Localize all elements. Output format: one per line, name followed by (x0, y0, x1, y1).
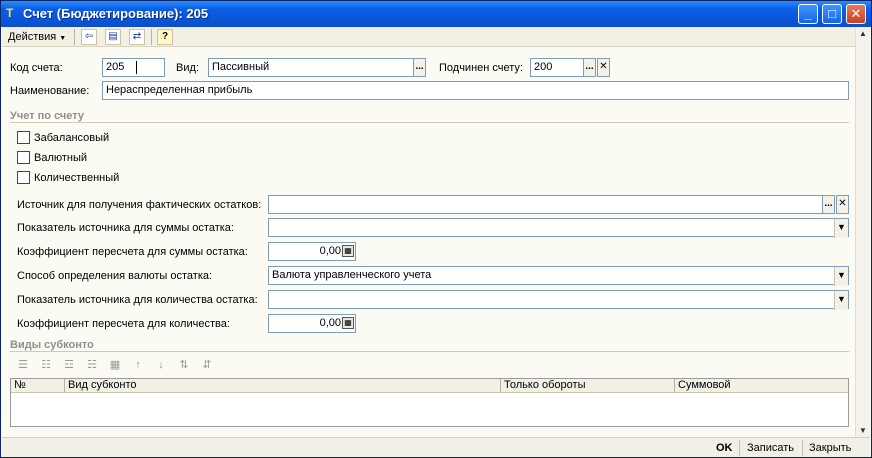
source-clear-icon[interactable]: ✕ (836, 195, 849, 214)
sum-indicator-select[interactable]: ▼ (268, 218, 849, 238)
move-up-icon[interactable]: ↑ (130, 358, 146, 372)
chevron-down-icon[interactable]: ▼ (834, 267, 848, 286)
save-button[interactable]: Записать (747, 441, 794, 455)
source-input[interactable] (268, 195, 823, 214)
kind-value: Пассивный (212, 61, 270, 73)
qty-coef-value: 0,00 (319, 317, 341, 329)
qty-coef-label: Коэффициент пересчета для количества: (17, 318, 230, 330)
currency-label: Валютный (34, 152, 88, 164)
name-value: Нераспределенная прибыль (106, 84, 253, 96)
code-label: Код счета: (10, 62, 63, 74)
end-edit-icon[interactable]: ▦ (107, 358, 123, 372)
structure-icon[interactable]: ▤ (105, 29, 121, 45)
sort-asc-icon[interactable]: ⇅ (176, 358, 192, 372)
actions-menu-label: Действия (8, 31, 57, 43)
help-icon[interactable]: ? (157, 29, 173, 45)
back-arrow-icon[interactable]: ⇦ (81, 29, 97, 45)
sort-desc-icon[interactable]: ⇵ (199, 358, 215, 372)
parent-input[interactable]: 200 (530, 58, 584, 77)
footer-separator (739, 440, 740, 456)
move-down-icon[interactable]: ↓ (153, 358, 169, 372)
currency-method-label: Способ определения валюты остатка: (17, 270, 213, 282)
quantity-checkbox[interactable] (17, 171, 30, 184)
toolbar-separator (151, 29, 152, 45)
window-title: Счет (Бюджетирование): 205 (23, 6, 209, 21)
delete-row-icon[interactable]: ☵ (84, 358, 100, 372)
edit-row-icon[interactable]: ☲ (61, 358, 77, 372)
column-header-sum[interactable]: Суммовой (675, 379, 848, 393)
section-divider (10, 122, 849, 123)
app-icon: T (6, 6, 14, 20)
subconto-section-title: Виды субконто (10, 339, 94, 351)
section-divider (10, 351, 849, 352)
footer-separator (802, 440, 803, 456)
toolbar: Действия ▼ ⇦ ▤ ⇄ ? (2, 27, 856, 47)
subconto-table[interactable]: № Вид субконто Только обороты Суммовой (10, 378, 849, 427)
code-input[interactable]: 205 (102, 58, 165, 77)
parent-value: 200 (534, 61, 553, 73)
maximize-button[interactable]: □ (822, 4, 842, 24)
sum-indicator-label: Показатель источника для суммы остатка: (17, 222, 234, 234)
actions-menu[interactable]: Действия ▼ (8, 30, 66, 46)
qty-coef-input[interactable]: 0,00 ▦ (268, 314, 356, 333)
sum-coef-label: Коэффициент пересчета для суммы остатка: (17, 246, 248, 258)
offbalance-checkbox[interactable] (17, 131, 30, 144)
form-footer: OK Записать Закрыть (2, 437, 870, 457)
sum-coef-value: 0,00 (319, 245, 341, 257)
title-bar[interactable]: T Счет (Бюджетирование): 205 _ □ ✕ (1, 1, 871, 27)
column-header-kind[interactable]: Вид субконто (65, 379, 501, 393)
parent-label: Подчинен счету: (439, 62, 523, 74)
account-window: T Счет (Бюджетирование): 205 _ □ ✕ Дейст… (0, 0, 872, 458)
currency-method-value: Валюта управленческого учета (272, 269, 432, 281)
chevron-down-icon[interactable]: ▼ (834, 219, 848, 238)
offbalance-label: Забалансовый (34, 132, 110, 144)
name-input[interactable]: Нераспределенная прибыль (102, 81, 849, 100)
currency-method-select[interactable]: Валюта управленческого учета ▼ (268, 266, 849, 286)
kind-select-button[interactable]: ... (413, 58, 426, 77)
chevron-down-icon[interactable]: ▼ (834, 291, 848, 310)
ok-button[interactable]: OK (716, 441, 733, 455)
toolbar-separator (74, 29, 75, 45)
vertical-scrollbar[interactable]: ▲ ▼ (855, 27, 870, 437)
column-header-turnover-only[interactable]: Только обороты (501, 379, 675, 393)
qty-indicator-select[interactable]: ▼ (268, 290, 849, 310)
kind-label: Вид: (176, 62, 199, 74)
parent-clear-icon[interactable]: ✕ (597, 58, 610, 77)
add-row-icon[interactable]: ☰ (15, 358, 31, 372)
source-label: Источник для получения фактических остат… (17, 199, 262, 211)
name-label: Наименование: (10, 85, 90, 97)
kind-input[interactable]: Пассивный (208, 58, 414, 77)
refresh-icon[interactable]: ⇄ (129, 29, 145, 45)
qty-indicator-label: Показатель источника для количества оста… (17, 294, 258, 306)
currency-checkbox[interactable] (17, 151, 30, 164)
table-header: № Вид субконто Только обороты Суммовой (11, 379, 848, 393)
calculator-icon[interactable]: ▦ (342, 245, 354, 257)
minimize-button[interactable]: _ (798, 4, 818, 24)
source-select-button[interactable]: ... (822, 195, 835, 214)
close-window-button[interactable]: ✕ (846, 4, 866, 24)
text-cursor (136, 61, 137, 74)
sum-coef-input[interactable]: 0,00 ▦ (268, 242, 356, 261)
quantity-label: Количественный (34, 172, 120, 184)
calculator-icon[interactable]: ▦ (342, 317, 354, 329)
close-button[interactable]: Закрыть (809, 441, 851, 455)
column-header-number[interactable]: № (11, 379, 65, 393)
account-section-title: Учет по счету (10, 110, 85, 122)
scroll-down-icon[interactable]: ▼ (858, 426, 868, 435)
copy-row-icon[interactable]: ☷ (38, 358, 54, 372)
scroll-up-icon[interactable]: ▲ (858, 29, 868, 38)
parent-select-button[interactable]: ... (583, 58, 596, 77)
chevron-down-icon: ▼ (59, 35, 67, 42)
code-value: 205 (106, 61, 125, 73)
